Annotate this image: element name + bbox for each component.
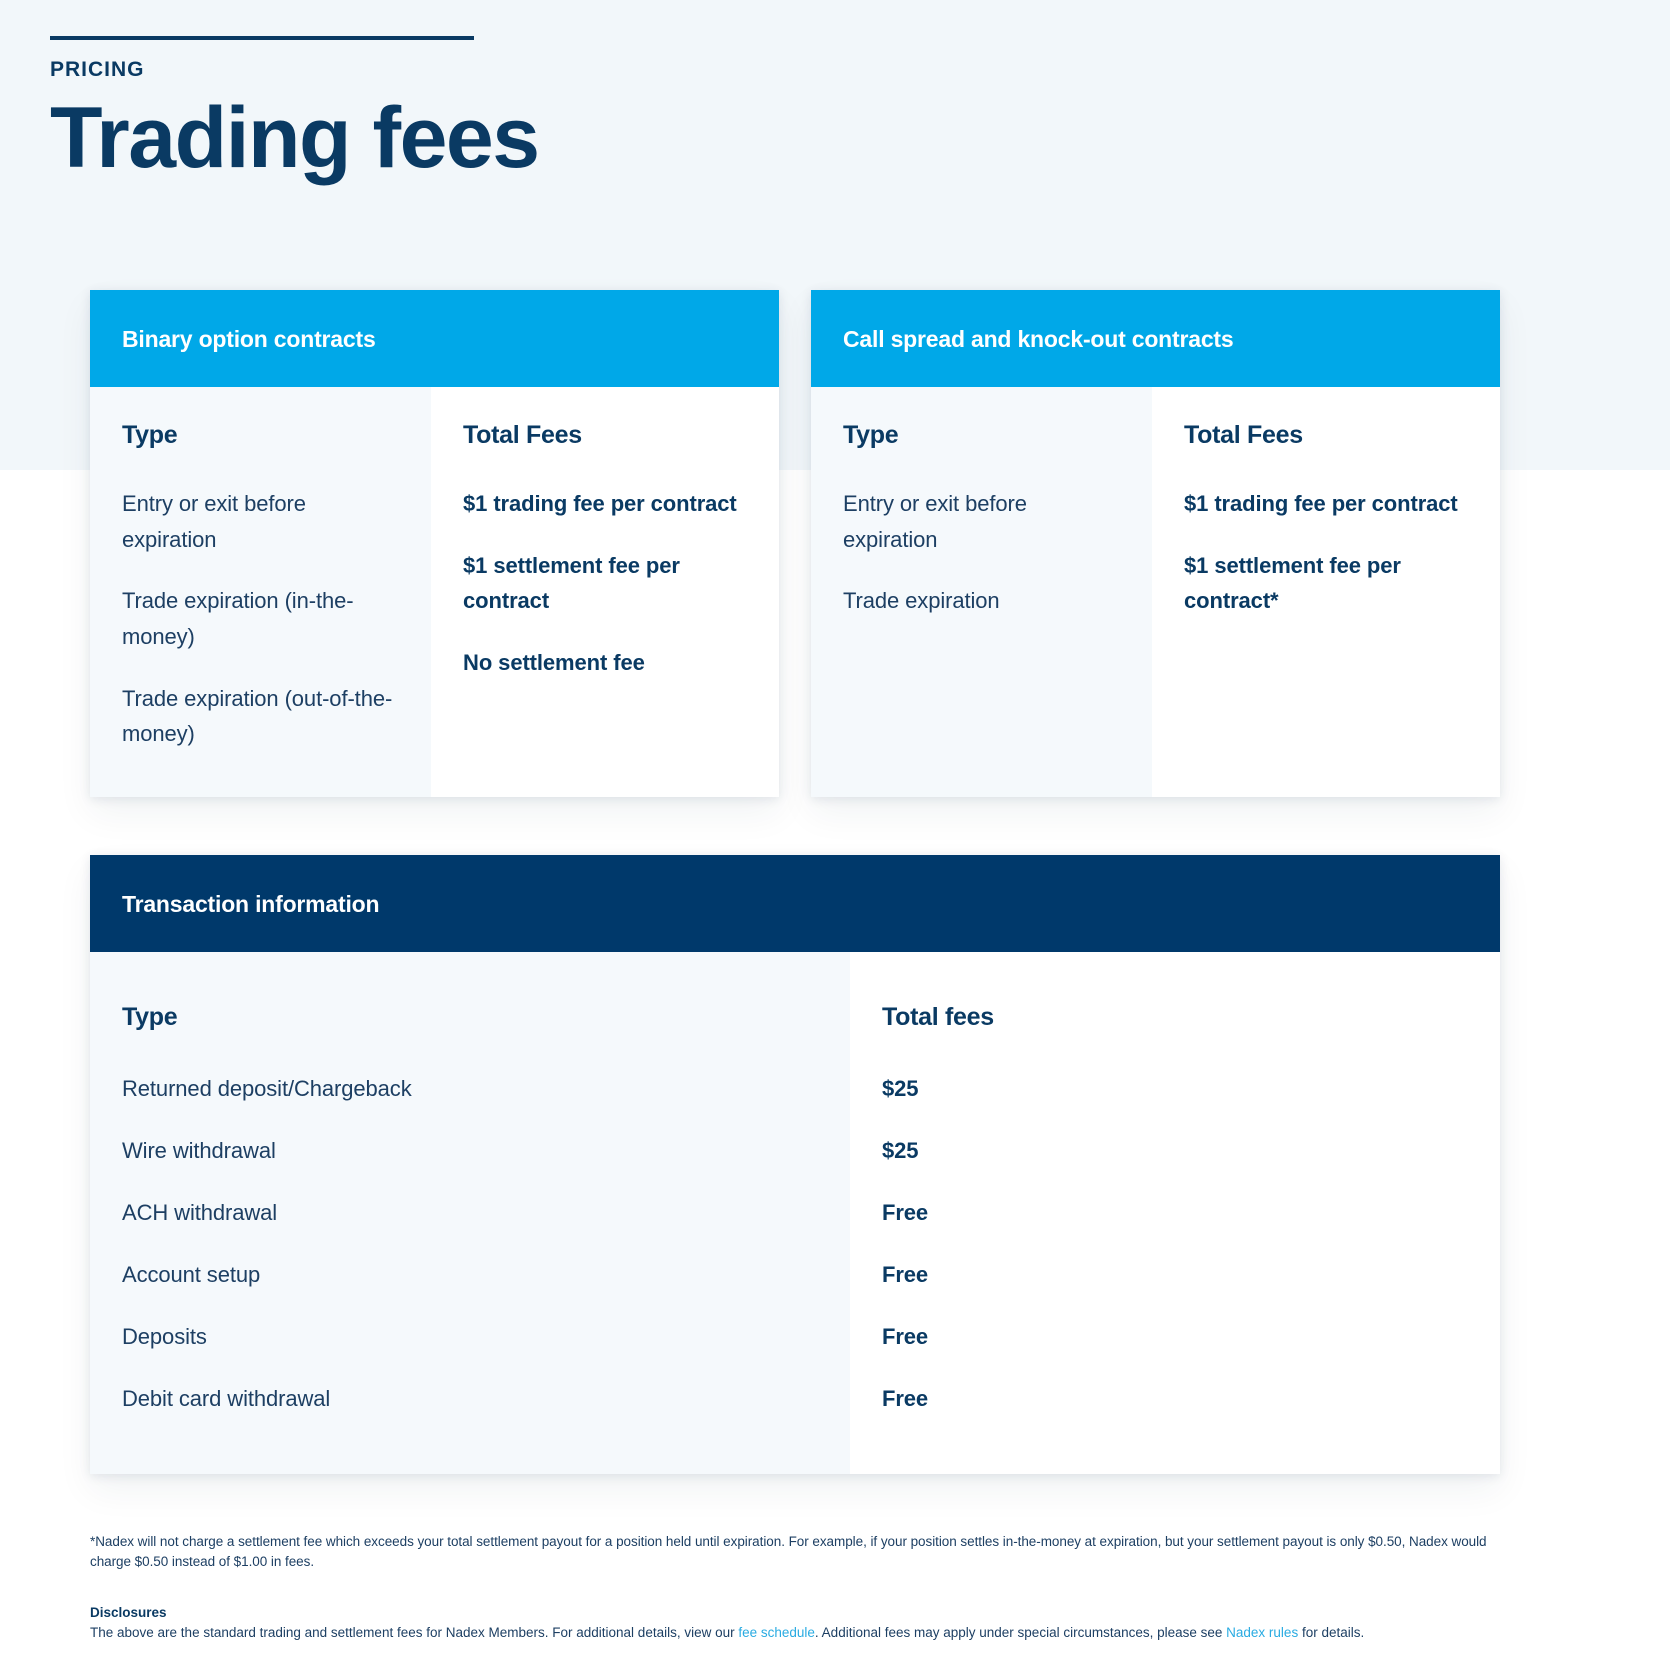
page-eyebrow: PRICING (50, 58, 145, 81)
table-row: $1 trading fee per contract (1184, 491, 1458, 516)
card-body-binary: Type Entry or exit before expiration Tra… (90, 387, 779, 797)
column-header-type: Type (843, 421, 899, 449)
disclosures-text-part3: for details. (1298, 1624, 1365, 1640)
table-row: Deposits (122, 1323, 207, 1349)
pricing-page: PRICING Trading fees Binary option contr… (0, 0, 1670, 1678)
column-header-type: Type (122, 1002, 178, 1031)
column-header-type: Type (122, 421, 178, 449)
card-binary-option-contracts: Binary option contracts Type Entry or ex… (90, 290, 779, 797)
hero-rule (50, 36, 474, 40)
page-title: Trading fees (50, 90, 540, 187)
table-row: $25 (881, 1137, 919, 1163)
transaction-table: Type Returned deposit/Chargeback Wire wi… (90, 952, 1500, 1474)
transaction-fees-column: Total fees $25 $25 Free Free Free Free (849, 952, 1500, 1474)
table-row: Returned deposit/Chargeback (122, 1075, 412, 1101)
card-body-call-spread: Type Entry or exit before expiration Tra… (811, 387, 1500, 797)
column-header-total-fees: Total Fees (463, 421, 582, 449)
card-transaction-information: Transaction information Type Returned de… (90, 855, 1500, 1474)
card-header-call-spread: Call spread and knock-out contracts (811, 290, 1500, 387)
disclosures-title: Disclosures (90, 1604, 167, 1620)
table-row: Free (881, 1385, 929, 1411)
column-header-total-fees: Total fees (881, 1002, 994, 1031)
table-row: Wire withdrawal (122, 1137, 276, 1163)
card-call-spread-fees-column: Total Fees $1 trading fee per contract $… (1152, 387, 1500, 797)
disclosures-text-part1: The above are the standard trading and s… (90, 1624, 739, 1640)
table-row: Debit card withdrawal (122, 1385, 331, 1411)
table-row: $25 (881, 1075, 919, 1101)
card-call-spread-type-column: Type Entry or exit before expiration Tra… (811, 387, 1153, 797)
table-row: Trade expiration (843, 588, 1000, 614)
disclosures-text-part2: . Additional fees may apply under specia… (814, 1624, 1227, 1640)
table-row: $1 trading fee per contract (463, 491, 737, 516)
hero-content: PRICING Trading fees (50, 36, 950, 181)
card-header-binary: Binary option contracts (90, 290, 779, 387)
table-row: $1 settlement fee per contract* (1184, 552, 1401, 614)
card-binary-type-column: Type Entry or exit before expiration Tra… (90, 387, 432, 797)
table-row: Free (881, 1323, 929, 1349)
table-row: Entry or exit before expiration (122, 491, 306, 552)
nadex-rules-link[interactable]: Nadex rules (1226, 1625, 1298, 1640)
transaction-type-column: Type Returned deposit/Chargeback Wire wi… (90, 952, 850, 1474)
table-row: Free (881, 1199, 929, 1225)
settlement-fee-footnote: *Nadex will not charge a settlement fee … (90, 1534, 1487, 1570)
table-row: $1 settlement fee per contract (463, 552, 680, 614)
table-row: Trade expiration (in-the-money) (122, 588, 354, 649)
card-binary-fees-column: Total Fees $1 trading fee per contract $… (431, 387, 779, 797)
contract-cards-row: Binary option contracts Type Entry or ex… (90, 290, 1500, 797)
table-row: Trade expiration (out-of-the-money) (122, 685, 393, 747)
column-header-total-fees: Total Fees (1184, 421, 1303, 449)
table-row: Account setup (122, 1261, 261, 1287)
fee-schedule-link[interactable]: fee schedule (738, 1625, 815, 1640)
table-row: No settlement fee (463, 649, 645, 675)
table-row: Entry or exit before expiration (843, 491, 1027, 552)
table-row: Free (881, 1261, 929, 1287)
disclosures-block: Disclosures The above are the standard t… (90, 1603, 1490, 1644)
card-call-spread-knock-out-contracts: Call spread and knock-out contracts Type… (811, 290, 1500, 797)
card-header-transaction-information: Transaction information (90, 855, 1500, 952)
footnotes: *Nadex will not charge a settlement fee … (90, 1532, 1490, 1643)
disclosures-text: The above are the standard trading and s… (90, 1623, 1490, 1643)
table-row: ACH withdrawal (122, 1199, 278, 1225)
